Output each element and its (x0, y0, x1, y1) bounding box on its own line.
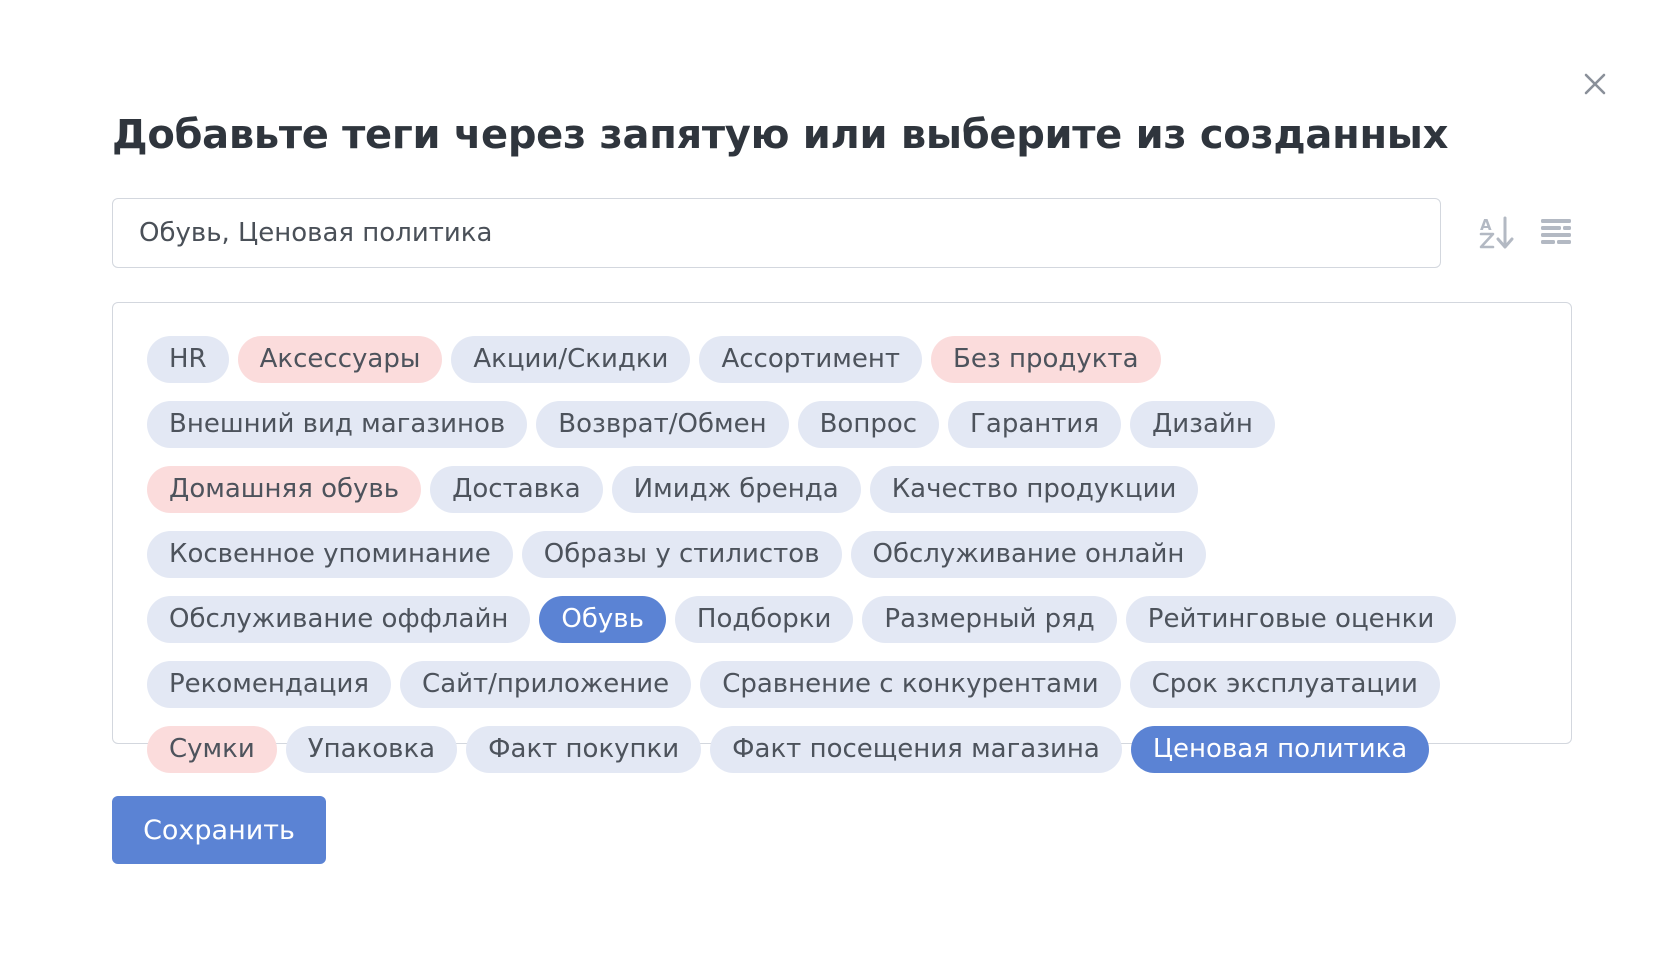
tags-input[interactable] (112, 198, 1441, 268)
tag-chip[interactable]: Рекомендация (147, 661, 392, 708)
svg-text:A: A (1480, 216, 1492, 234)
tag-chip[interactable]: Акции/Скидки (451, 336, 691, 383)
tag-chip[interactable]: Возврат/Обмен (536, 401, 789, 448)
tag-chip[interactable]: Имидж бренда (611, 466, 861, 513)
tag-chip[interactable]: Факт покупки (466, 726, 702, 773)
tag-chip[interactable]: Ассортимент (699, 336, 923, 383)
tag-chip[interactable]: HR (147, 336, 229, 383)
tag-chip[interactable]: Без продукта (931, 336, 1161, 383)
list-align-icon (1541, 219, 1571, 244)
tag-chip[interactable]: Сумки (147, 726, 277, 773)
tag-chip[interactable]: Аксессуары (237, 336, 443, 383)
tag-chip[interactable]: Рейтинговые оценки (1125, 596, 1457, 643)
tag-chip[interactable]: Внешний вид магазинов (147, 401, 528, 448)
tag-chip[interactable]: Сайт/приложение (400, 661, 692, 708)
close-icon (1584, 73, 1606, 95)
tag-chip[interactable]: Срок эксплуатации (1129, 661, 1440, 708)
close-button[interactable] (1581, 70, 1609, 98)
tag-input-row: A (112, 198, 1572, 268)
tag-chip[interactable]: Обслуживание онлайн (850, 531, 1207, 578)
modal-title: Добавьте теги через запятую или выберите… (112, 112, 1449, 158)
tag-chip[interactable]: Ценовая политика (1130, 726, 1430, 773)
tag-chip[interactable]: Подборки (674, 596, 854, 643)
tag-chip[interactable]: Обслуживание оффлайн (147, 596, 531, 643)
tag-chip[interactable]: Упаковка (285, 726, 458, 773)
tags-list: HR Аксессуары Акции/Скидки Ассортимент Без п… (147, 336, 1467, 773)
tag-chip[interactable]: Косвенное упоминание (147, 531, 513, 578)
tag-chip[interactable]: Образы у стилистов (521, 531, 842, 578)
tag-chip[interactable]: Размерный ряд (862, 596, 1117, 643)
tags-panel: HR Аксессуары Акции/Скидки Ассортимент Без п… (112, 302, 1572, 773)
tag-chip[interactable]: Сравнение с конкурентами (700, 661, 1121, 708)
tag-chip[interactable]: Дизайн (1129, 401, 1275, 448)
align-list-button[interactable] (1537, 211, 1577, 255)
tag-chip[interactable]: Доставка (430, 466, 603, 513)
tag-chip[interactable]: Качество продукции (869, 466, 1199, 513)
sort-button[interactable]: A (1477, 211, 1517, 255)
tag-chip[interactable]: Вопрос (797, 401, 940, 448)
tag-chip[interactable]: Обувь (539, 596, 666, 643)
save-button[interactable]: Сохранить (112, 796, 326, 864)
tag-chip[interactable]: Факт посещения магазина (710, 726, 1122, 773)
tags-modal: Добавьте теги через запятую или выберите… (0, 0, 1676, 962)
tag-chip[interactable]: Гарантия (948, 401, 1121, 448)
tag-chip[interactable]: Домашняя обувь (147, 466, 422, 513)
sort-alpha-down-icon: A (1479, 216, 1514, 249)
